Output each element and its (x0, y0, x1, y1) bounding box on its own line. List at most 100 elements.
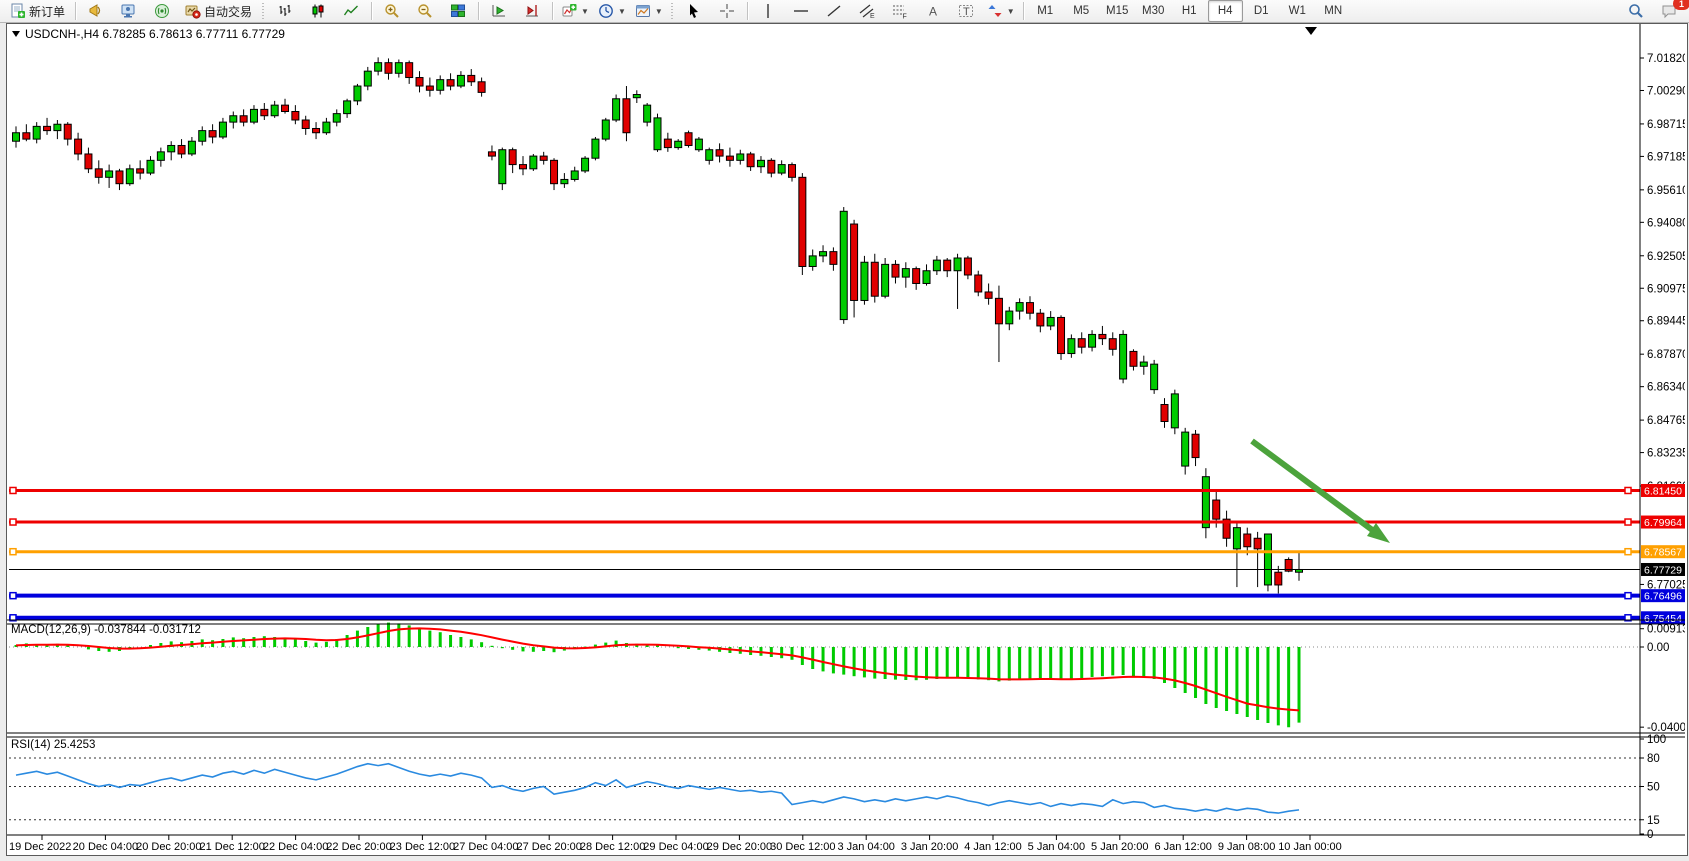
equidistant-channel-button[interactable]: E (851, 0, 883, 22)
template-icon (635, 3, 651, 19)
tile-windows-icon (450, 3, 466, 19)
candle-body (644, 105, 651, 122)
news-button[interactable] (80, 0, 112, 22)
candle-body (1151, 364, 1158, 389)
candle-body (426, 86, 433, 90)
toolbar-separator (747, 2, 748, 20)
cursor-arrow-icon (686, 3, 702, 19)
chevron-down-icon: ▼ (618, 7, 626, 16)
candle-body (1244, 534, 1251, 547)
candle-body (737, 154, 744, 160)
templates-button[interactable]: ▼ (631, 0, 667, 22)
line-chart-button[interactable] (335, 0, 367, 22)
chart-info-text: USDCNH-,H4 6.78285 6.78613 6.77711 6.777… (25, 27, 285, 41)
symbol-dropdown-icon[interactable] (12, 31, 20, 37)
candle-body (602, 120, 609, 139)
timeframe-button-H1[interactable]: H1 (1172, 0, 1207, 22)
horizontal-line-button[interactable] (785, 0, 817, 22)
candle-body (757, 160, 764, 166)
trendline-button[interactable] (818, 0, 850, 22)
line-handle[interactable] (10, 549, 16, 555)
trend-arrow[interactable] (1252, 441, 1375, 532)
candle-body (571, 171, 578, 179)
periods-button[interactable]: ▼ (594, 0, 630, 22)
timeframe-button-M15[interactable]: M15 (1100, 0, 1135, 22)
line-chart-icon (343, 3, 359, 19)
indicators-button[interactable]: ▼ (557, 0, 593, 22)
arrows-button[interactable]: ▼ (983, 0, 1019, 22)
text-label-button[interactable]: T (950, 0, 982, 22)
line-handle[interactable] (10, 519, 16, 525)
community-button[interactable]: 1 (1653, 0, 1685, 22)
timeframe-bar: M1M5M15M30H1H4D1W1MN (1028, 0, 1351, 22)
time-axis-area[interactable] (7, 836, 1640, 853)
candle-body (519, 165, 526, 169)
auto-scroll-button[interactable] (483, 0, 515, 22)
candle-body (478, 82, 485, 93)
candle-body (116, 171, 123, 184)
candle-body (830, 252, 837, 265)
auto-trading-label: 自动交易 (204, 3, 252, 20)
megaphone-icon (88, 3, 104, 19)
timeframe-button-H4[interactable]: H4 (1208, 0, 1243, 22)
candle-body (1213, 500, 1220, 519)
new-order-button[interactable]: 新订单 (4, 0, 71, 22)
timeframe-button-W1[interactable]: W1 (1280, 0, 1315, 22)
candle-body (375, 63, 382, 71)
candle-body (1099, 334, 1106, 338)
zoom-in-button[interactable] (376, 0, 408, 22)
candle-body (240, 116, 247, 122)
horizontal-line-icon (793, 3, 809, 19)
chevron-down-icon: ▼ (1007, 7, 1015, 16)
zoom-out-button[interactable] (409, 0, 441, 22)
candle-body (33, 126, 40, 139)
toolbar-grip[interactable] (261, 3, 266, 19)
timeframe-button-M30[interactable]: M30 (1136, 0, 1171, 22)
candle-body (137, 169, 144, 173)
chart-info-line[interactable]: USDCNH-,H4 6.78285 6.78613 6.77711 6.777… (12, 27, 285, 41)
fibonacci-button[interactable]: F (884, 0, 916, 22)
chart-window: USDCNH-,H4 6.78285 6.78613 6.77711 6.777… (6, 23, 1688, 856)
timeframe-button-MN[interactable]: MN (1316, 0, 1351, 22)
chart-shift-button[interactable] (516, 0, 548, 22)
timeframe-button-M1[interactable]: M1 (1028, 0, 1063, 22)
candle-body (1089, 334, 1096, 347)
cursor-button[interactable] (678, 0, 710, 22)
candle-body (44, 126, 51, 130)
candle-body (333, 114, 340, 122)
candle-body (902, 269, 909, 277)
timeframe-button-D1[interactable]: D1 (1244, 0, 1279, 22)
candle-body (561, 179, 568, 183)
candle-body (747, 154, 754, 167)
candle-body (1078, 339, 1085, 347)
candle-body (582, 158, 589, 171)
auto-trading-button[interactable]: 自动交易 (179, 0, 258, 22)
line-handle[interactable] (1625, 549, 1631, 555)
clock-icon (598, 3, 614, 19)
line-handle[interactable] (1625, 593, 1631, 599)
text-button[interactable]: A (917, 0, 949, 22)
svg-text:A: A (929, 5, 937, 19)
arrows-icon (987, 3, 1003, 19)
line-handle[interactable] (10, 593, 16, 599)
candle-body (457, 75, 464, 86)
candlestick-chart-button[interactable] (302, 0, 334, 22)
price-axis-area[interactable] (1640, 24, 1685, 835)
bar-chart-button[interactable] (269, 0, 301, 22)
line-handle[interactable] (1625, 519, 1631, 525)
candle-body (261, 109, 268, 115)
line-handle[interactable] (10, 487, 16, 493)
channel-icon: E (859, 3, 875, 19)
toolbar-grip[interactable] (670, 3, 675, 19)
vertical-line-button[interactable] (752, 0, 784, 22)
search-button[interactable] (1620, 0, 1652, 22)
signal-button[interactable] (146, 0, 178, 22)
line-handle[interactable] (1625, 487, 1631, 493)
crosshair-button[interactable] (711, 0, 743, 22)
candle-body (768, 160, 775, 173)
candle-body (147, 160, 154, 173)
timeframe-button-M5[interactable]: M5 (1064, 0, 1099, 22)
remote-terminal-button[interactable] (113, 0, 145, 22)
trendline-icon (826, 3, 842, 19)
tile-windows-button[interactable] (442, 0, 474, 22)
